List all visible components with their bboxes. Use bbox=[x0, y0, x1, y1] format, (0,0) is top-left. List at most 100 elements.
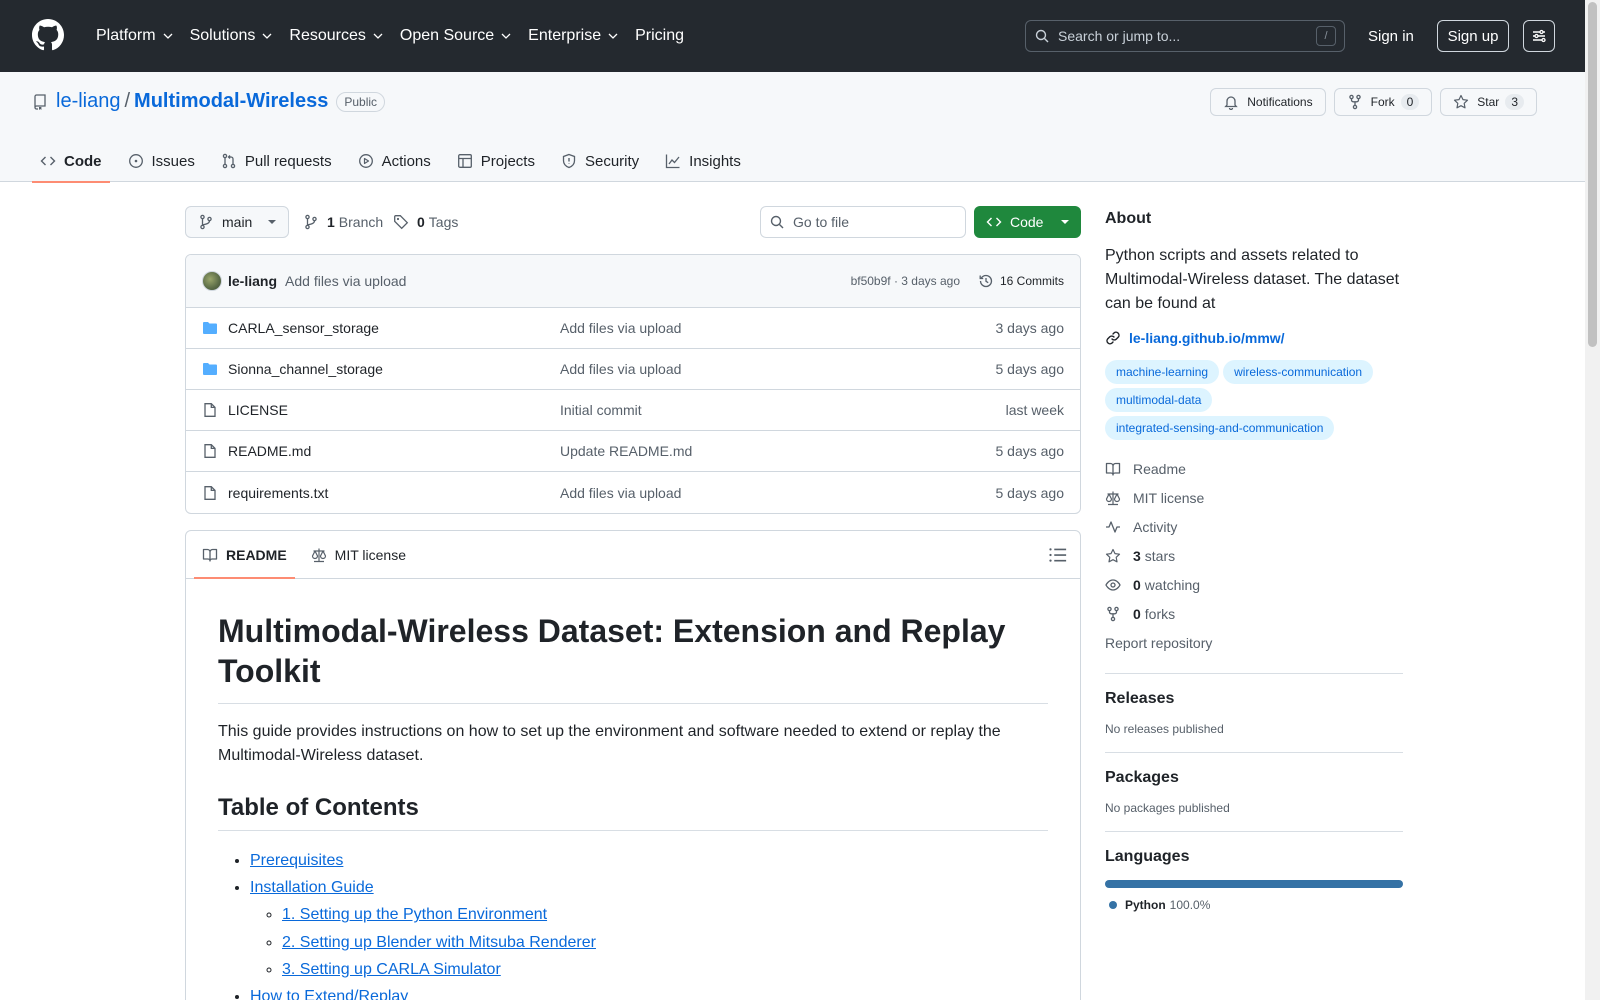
tab-issues[interactable]: Issues bbox=[120, 140, 203, 182]
commit-message-link[interactable]: Add files via upload bbox=[285, 273, 406, 289]
commit-author-link[interactable]: le-liang bbox=[228, 273, 277, 289]
packages-heading[interactable]: Packages bbox=[1105, 769, 1403, 787]
report-repository-link[interactable]: Report repository bbox=[1105, 628, 1403, 657]
tab-insights[interactable]: Insights bbox=[657, 140, 749, 182]
topic-tag[interactable]: multimodal-data bbox=[1105, 388, 1213, 412]
tab-security[interactable]: Security bbox=[553, 140, 647, 182]
tab-license[interactable]: MIT license bbox=[303, 531, 414, 578]
toc-sublist: 1. Setting up the Python Environment 2. … bbox=[250, 901, 1048, 983]
toc-link-prerequisites[interactable]: Prerequisites bbox=[250, 852, 343, 869]
tab-actions[interactable]: Actions bbox=[350, 140, 439, 182]
tab-projects[interactable]: Projects bbox=[449, 140, 543, 182]
nav-label: Open Source bbox=[399, 27, 495, 44]
language-item[interactable]: Python 100.0% bbox=[1105, 898, 1403, 912]
page-scrollbar[interactable] bbox=[1585, 0, 1600, 1000]
nav-enterprise[interactable]: Enterprise bbox=[520, 18, 627, 54]
readme-label: Readme bbox=[1133, 460, 1186, 477]
toc-heading: Table of Contents bbox=[218, 794, 1048, 831]
file-name-link[interactable]: LICENSE bbox=[228, 402, 560, 418]
table-row[interactable]: Sionna_channel_storage Add files via upl… bbox=[186, 349, 1080, 390]
go-to-file-input[interactable]: Go to file bbox=[760, 206, 966, 238]
history-icon bbox=[979, 274, 993, 288]
tab-readme[interactable]: README bbox=[194, 531, 295, 579]
commits-count: 16 Commits bbox=[999, 274, 1064, 288]
code-icon bbox=[986, 217, 1002, 227]
table-row[interactable]: CARLA_sensor_storage Add files via uploa… bbox=[186, 308, 1080, 349]
fork-button[interactable]: Fork 0 bbox=[1333, 88, 1433, 116]
file-icon bbox=[204, 444, 216, 458]
sign-up-button[interactable]: Sign up bbox=[1437, 20, 1509, 52]
toc-link-installation[interactable]: Installation Guide bbox=[250, 879, 374, 896]
releases-heading[interactable]: Releases bbox=[1105, 690, 1403, 708]
readme-title: Multimodal-Wireless Dataset: Extension a… bbox=[218, 611, 1048, 704]
table-row[interactable]: LICENSE Initial commit last week bbox=[186, 390, 1080, 431]
nav-label: Resources bbox=[289, 27, 366, 44]
toc-link-python-env[interactable]: 1. Setting up the Python Environment bbox=[282, 906, 547, 923]
commit-meta[interactable]: bf50b9f · 3 days ago bbox=[851, 274, 960, 288]
topic-tag[interactable]: integrated-sensing-and-communication bbox=[1105, 416, 1335, 440]
releases-section: Releases No releases published bbox=[1105, 673, 1403, 736]
file-commit-link[interactable]: Initial commit bbox=[560, 402, 642, 418]
language-bar bbox=[1105, 880, 1403, 888]
repo-name-link[interactable]: Multimodal-Wireless bbox=[134, 90, 328, 113]
avatar[interactable] bbox=[202, 271, 222, 291]
license-link[interactable]: MIT license bbox=[1105, 483, 1403, 512]
table-row[interactable]: requirements.txt Add files via upload 5 … bbox=[186, 472, 1080, 513]
forks-link[interactable]: 0 forks bbox=[1105, 599, 1403, 628]
list-outline-icon[interactable] bbox=[1048, 545, 1068, 565]
readme-link[interactable]: Readme bbox=[1105, 454, 1403, 483]
tag-icon bbox=[394, 215, 409, 230]
sign-in-link[interactable]: Sign in bbox=[1356, 20, 1426, 52]
tags-link[interactable]: 0 Tags bbox=[393, 206, 458, 238]
file-commit-link[interactable]: Update README.md bbox=[560, 443, 692, 459]
watching-link[interactable]: 0 watching bbox=[1105, 570, 1403, 599]
tab-label: Insights bbox=[689, 152, 741, 170]
releases-empty-text: No releases published bbox=[1105, 722, 1224, 736]
github-logo-icon[interactable] bbox=[32, 19, 64, 51]
branches-link[interactable]: 1 Branch bbox=[303, 206, 383, 238]
toc-link-carla[interactable]: 3. Setting up CARLA Simulator bbox=[282, 961, 501, 978]
activity-link[interactable]: Activity bbox=[1105, 512, 1403, 541]
file-name-link[interactable]: README.md bbox=[228, 443, 560, 459]
settings-menu-button[interactable] bbox=[1523, 20, 1555, 52]
packages-empty-text: No packages published bbox=[1105, 801, 1230, 815]
file-name-link[interactable]: requirements.txt bbox=[228, 485, 560, 501]
sliders-icon bbox=[1533, 29, 1546, 43]
list-item: Prerequisites bbox=[250, 847, 1048, 874]
list-item: 1. Setting up the Python Environment bbox=[282, 901, 1048, 928]
file-commit-link[interactable]: Add files via upload bbox=[560, 485, 681, 501]
stars-link[interactable]: 3 stars bbox=[1105, 541, 1403, 570]
search-placeholder: Search or jump to... bbox=[1058, 28, 1181, 44]
tab-pull-requests[interactable]: Pull requests bbox=[213, 140, 340, 182]
nav-pricing[interactable]: Pricing bbox=[627, 18, 692, 54]
nav-solutions[interactable]: Solutions bbox=[182, 18, 282, 54]
chevron-down-icon bbox=[501, 33, 511, 39]
homepage-link[interactable]: le-liang.github.io/mmw/ bbox=[1105, 330, 1403, 346]
global-search-input[interactable]: Search or jump to... / bbox=[1025, 20, 1345, 52]
toc-link-blender[interactable]: 2. Setting up Blender with Mitsuba Rende… bbox=[282, 934, 596, 951]
table-row[interactable]: README.md Update README.md 5 days ago bbox=[186, 431, 1080, 472]
file-name-link[interactable]: CARLA_sensor_storage bbox=[228, 320, 560, 336]
file-commit-link[interactable]: Add files via upload bbox=[560, 361, 681, 377]
nav-resources[interactable]: Resources bbox=[281, 18, 391, 54]
tag-count-label: Tags bbox=[428, 214, 459, 230]
notifications-button[interactable]: Notifications bbox=[1210, 88, 1326, 116]
language-name: Python bbox=[1125, 898, 1166, 912]
tab-code[interactable]: Code bbox=[32, 140, 110, 183]
chevron-down-icon bbox=[608, 33, 618, 39]
code-dropdown-button[interactable]: Code bbox=[974, 206, 1081, 238]
scrollbar-thumb[interactable] bbox=[1588, 2, 1597, 347]
repo-actions: Notifications Fork 0 Star 3 bbox=[1210, 88, 1537, 116]
nav-label: Solutions bbox=[189, 27, 256, 44]
file-commit-link[interactable]: Add files via upload bbox=[560, 320, 681, 336]
file-name-link[interactable]: Sionna_channel_storage bbox=[228, 361, 560, 377]
repo-owner-link[interactable]: le-liang bbox=[56, 90, 120, 113]
commits-history-link[interactable]: 16 Commits bbox=[978, 273, 1064, 289]
nav-platform[interactable]: Platform bbox=[88, 18, 182, 54]
nav-open-source[interactable]: Open Source bbox=[392, 18, 520, 54]
topic-tag[interactable]: wireless-communication bbox=[1223, 360, 1374, 384]
topic-tag[interactable]: machine-learning bbox=[1105, 360, 1220, 384]
toc-link-extend[interactable]: How to Extend/Replay bbox=[250, 988, 408, 1000]
branch-selector[interactable]: main bbox=[185, 206, 289, 238]
star-button[interactable]: Star 3 bbox=[1440, 88, 1537, 116]
